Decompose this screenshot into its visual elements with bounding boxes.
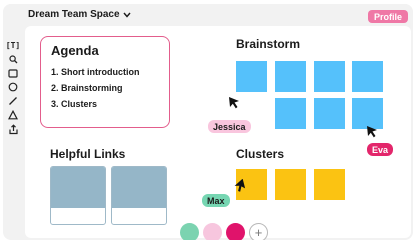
color-swatch-green[interactable] (180, 223, 199, 240)
agenda-title: Agenda (51, 43, 99, 58)
space-title: Dream Team Space (28, 9, 120, 20)
text-tool[interactable]: [T] (6, 39, 20, 51)
link-card[interactable] (50, 166, 106, 225)
plus-icon: + (254, 225, 263, 240)
triangle-tool[interactable] (6, 109, 20, 121)
agenda-item: 1. Short introduction (51, 67, 140, 77)
sticky-note-blue[interactable] (236, 61, 267, 92)
line-tool[interactable] (6, 95, 20, 107)
line-icon (9, 97, 17, 105)
tool-sidebar: [T] (5, 39, 21, 135)
link-thumbnail (51, 167, 105, 208)
brainstorm-title: Brainstorm (236, 37, 301, 51)
space-title-dropdown[interactable]: Dream Team Space (28, 9, 131, 20)
color-swatch-pink[interactable] (203, 223, 222, 240)
rectangle-tool[interactable] (6, 67, 20, 79)
sticky-note-blue[interactable] (275, 98, 306, 129)
profile-label: Profile (373, 11, 402, 22)
sticky-note-blue[interactable] (314, 98, 345, 129)
cursor-icon (229, 97, 239, 109)
circle-icon (8, 82, 18, 92)
agenda-card[interactable]: Agenda 1. Short introduction 2. Brainsto… (40, 36, 170, 128)
clusters-title: Clusters (236, 147, 285, 161)
circle-tool[interactable] (6, 81, 20, 93)
cursor-icon (234, 179, 246, 192)
top-bar: Dream Team Space Profile (3, 4, 413, 26)
color-swatch-magenta[interactable] (226, 223, 245, 240)
collaborator-label-jessica: Jessica (208, 120, 251, 133)
link-thumbnail (112, 167, 166, 208)
sticky-note-blue[interactable] (275, 61, 306, 92)
agenda-item: 3. Clusters (51, 99, 98, 109)
board-canvas[interactable]: Agenda 1. Short introduction 2. Brainsto… (25, 26, 411, 240)
sticky-note-yellow[interactable] (275, 169, 306, 200)
share-tool[interactable] (6, 123, 20, 135)
add-color-button[interactable]: + (249, 223, 268, 240)
search-icon (8, 54, 17, 63)
agenda-item: 2. Brainstorming (51, 83, 123, 93)
collaborator-label-eva: Eva (367, 143, 394, 156)
rectangle-icon (8, 68, 18, 78)
sticky-note-blue[interactable] (352, 61, 383, 92)
sticky-note-blue[interactable] (314, 61, 345, 92)
profile-button[interactable]: Profile (367, 10, 408, 23)
sticky-note-yellow[interactable] (314, 169, 345, 200)
helpful-links-title: Helpful Links (50, 147, 126, 161)
cursor-icon (367, 126, 377, 138)
search-tool[interactable] (6, 53, 20, 65)
collaborator-label-max: Max (202, 194, 230, 207)
color-palette: + (180, 223, 268, 240)
share-icon (8, 123, 18, 134)
link-card[interactable] (111, 166, 167, 225)
whiteboard-app: Dream Team Space Profile [T] Agenda 1. S… (3, 4, 413, 240)
triangle-icon (8, 110, 18, 120)
text-icon: [T] (5, 40, 21, 50)
chevron-down-icon (122, 12, 131, 18)
